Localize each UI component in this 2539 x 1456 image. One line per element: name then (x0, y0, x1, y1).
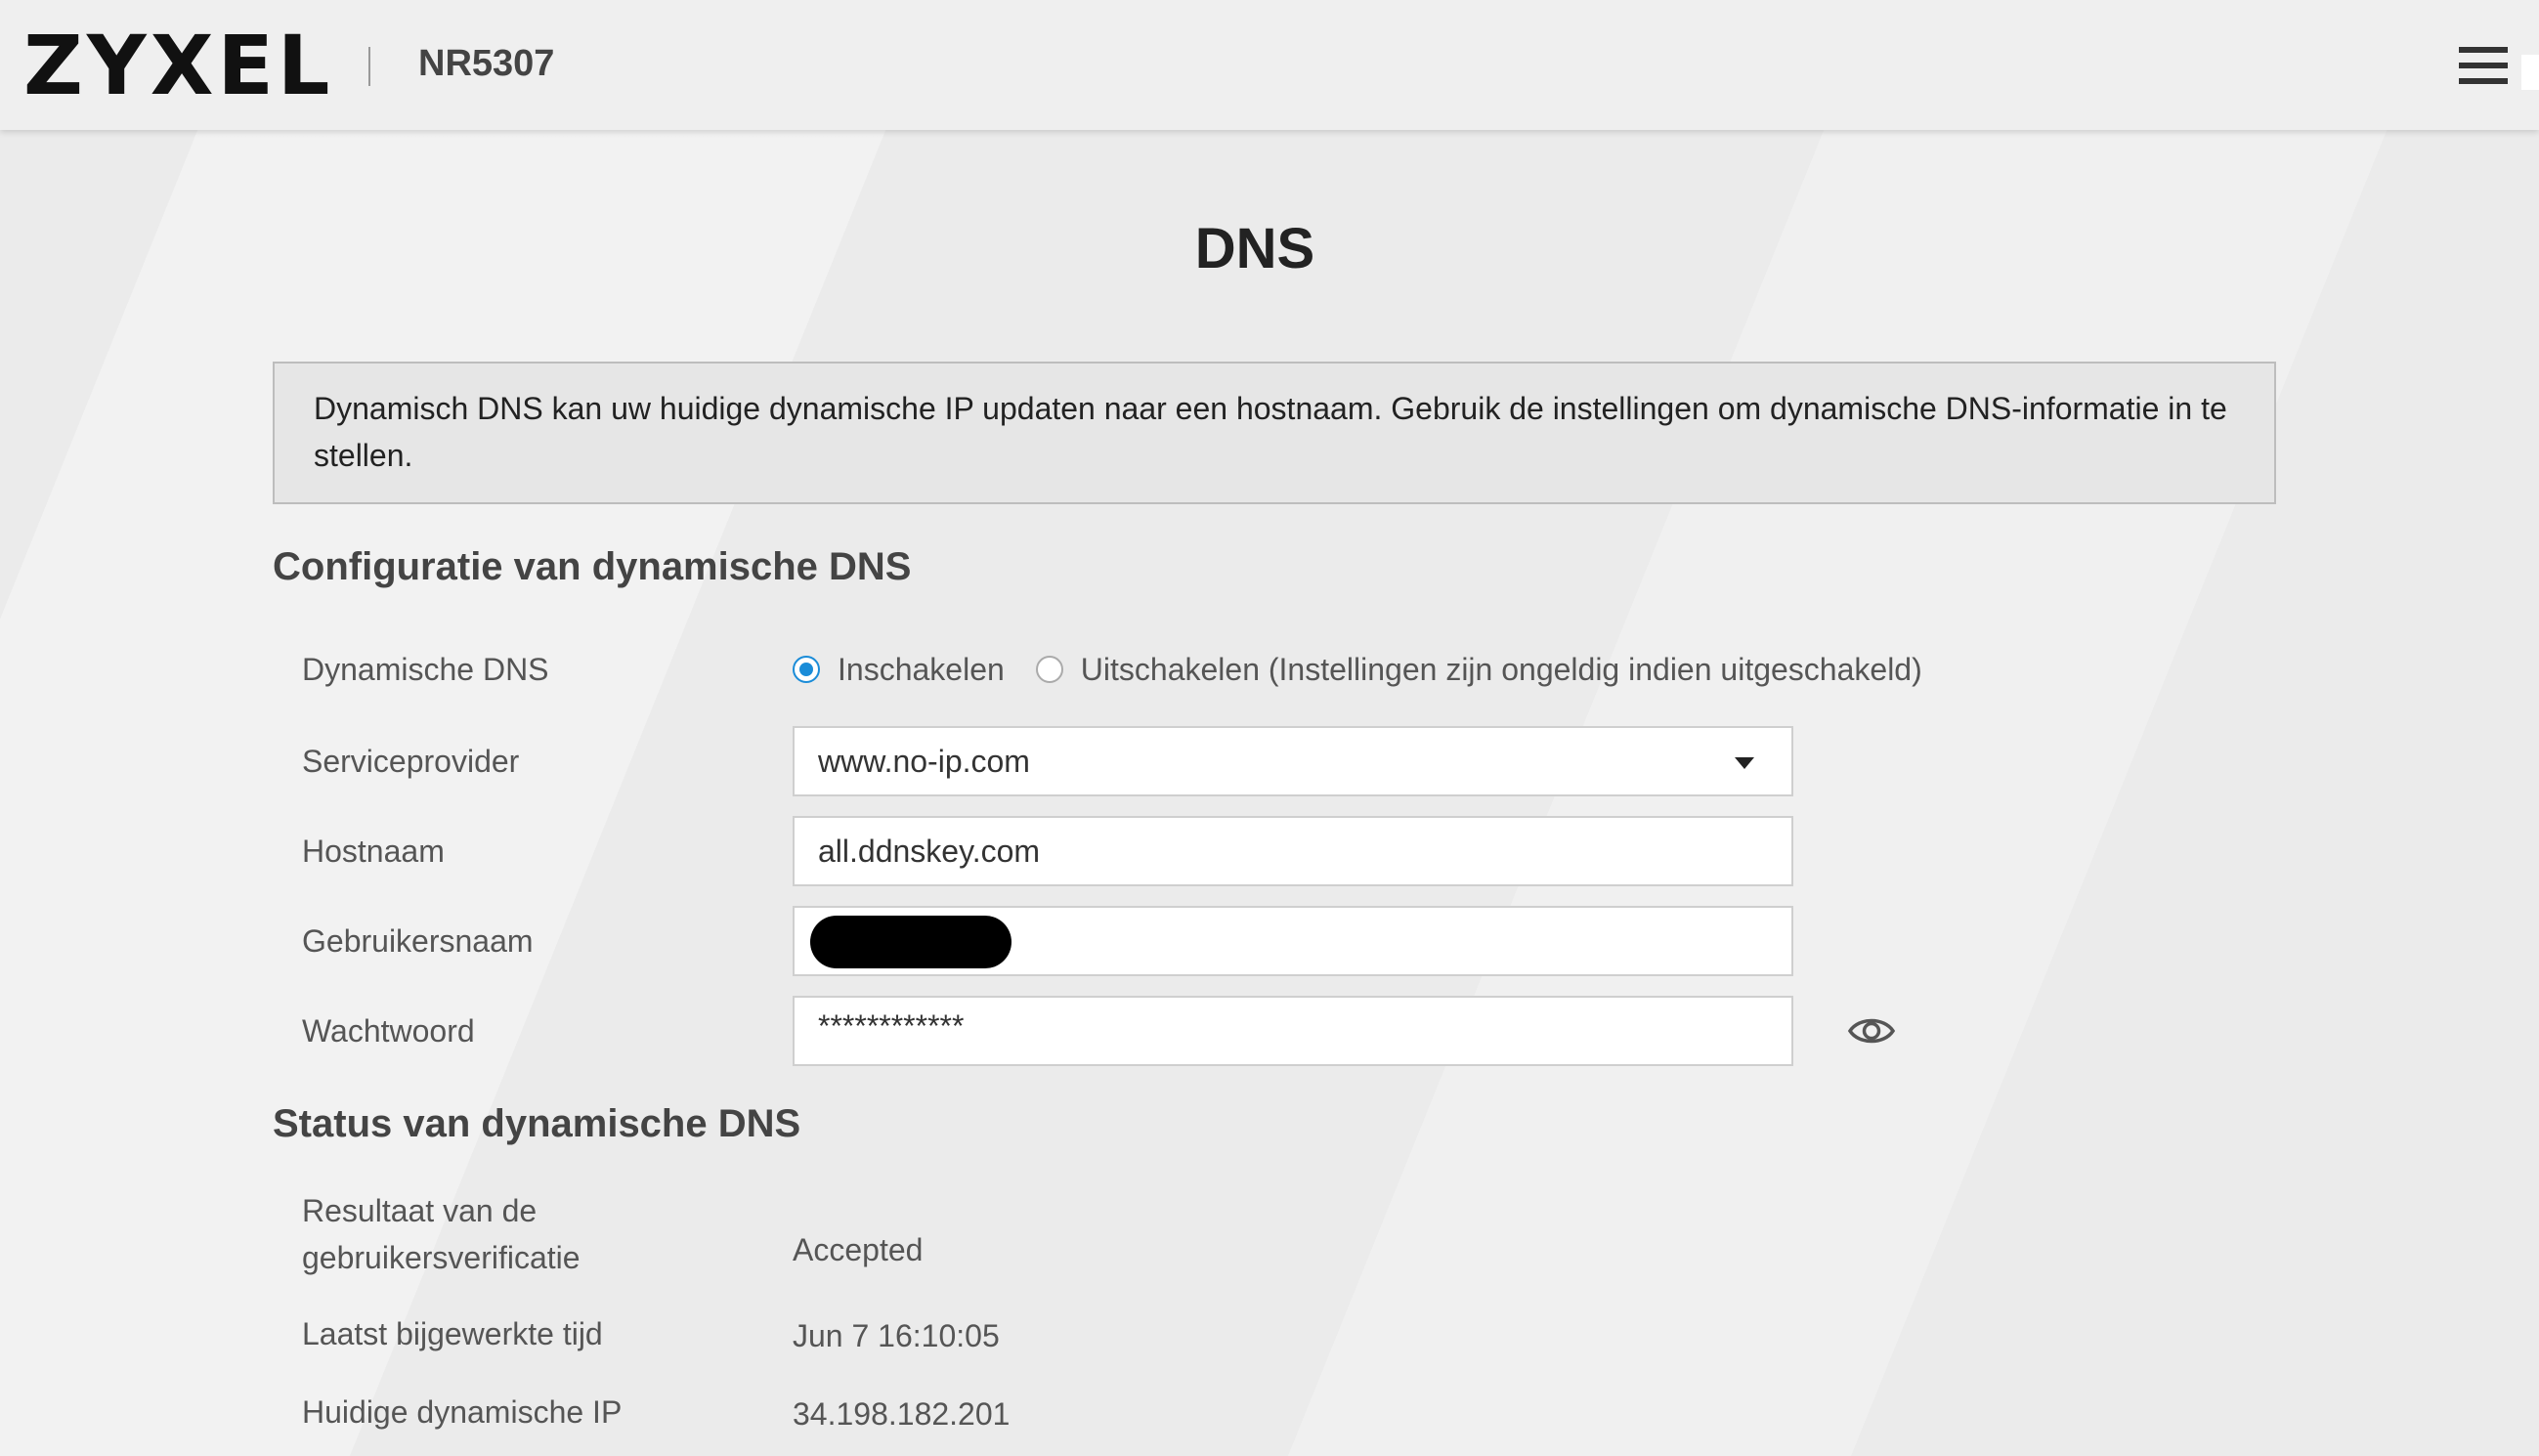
status-section-title: Status van dynamische DNS (273, 1102, 801, 1145)
last-update-label: Laatst bijgewerkte tijd (302, 1316, 603, 1351)
eye-icon[interactable] (1847, 1013, 1896, 1049)
auth-result-label-line1: Resultaat van de (302, 1193, 538, 1228)
auth-result-label: Resultaat van de gebruikersverificatie (302, 1187, 581, 1281)
status-area: Status van dynamische DNS Resultaat van … (0, 130, 2539, 1456)
auth-result-value: Accepted (793, 1232, 924, 1267)
current-ip-label: Huidige dynamische IP (302, 1394, 623, 1430)
auth-result-label-line2: gebruikersverificatie (302, 1240, 581, 1275)
hamburger-menu-icon[interactable] (2459, 47, 2508, 84)
top-header: ZYXEL NR5307 (0, 0, 2539, 130)
header-divider (368, 47, 370, 86)
current-ip-value: 34.198.182.201 (793, 1396, 1011, 1432)
zyxel-logo: ZYXEL (23, 18, 334, 113)
last-update-value: Jun 7 16:10:05 (793, 1318, 1000, 1353)
edge-tab (2521, 55, 2539, 90)
device-model: NR5307 (418, 43, 555, 84)
